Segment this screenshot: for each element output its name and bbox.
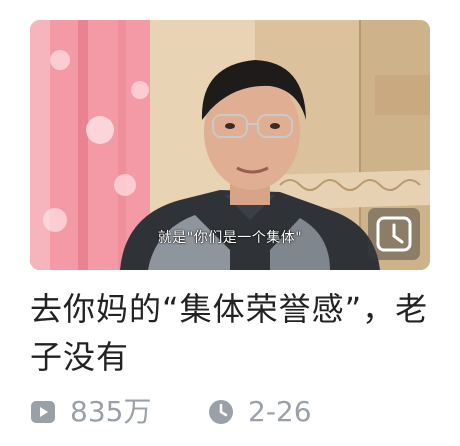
publish-date: 2-26: [208, 392, 312, 432]
video-card[interactable]: 就是"你们是一个集体" 去你妈的“集体荣誉感”，老子没有 835万 2-26: [0, 0, 460, 446]
video-meta: 835万 2-26: [30, 392, 430, 432]
play-icon: [30, 399, 56, 425]
clock-icon: [208, 399, 234, 425]
publish-date-text: 2-26: [248, 395, 312, 428]
video-thumbnail[interactable]: 就是"你们是一个集体": [30, 20, 430, 270]
watch-later-button[interactable]: [368, 208, 420, 260]
video-title[interactable]: 去你妈的“集体荣誉感”，老子没有: [30, 285, 430, 381]
watch-later-clock-icon: [376, 216, 412, 252]
play-count: 835万: [30, 392, 151, 432]
play-count-text: 835万: [70, 395, 152, 428]
